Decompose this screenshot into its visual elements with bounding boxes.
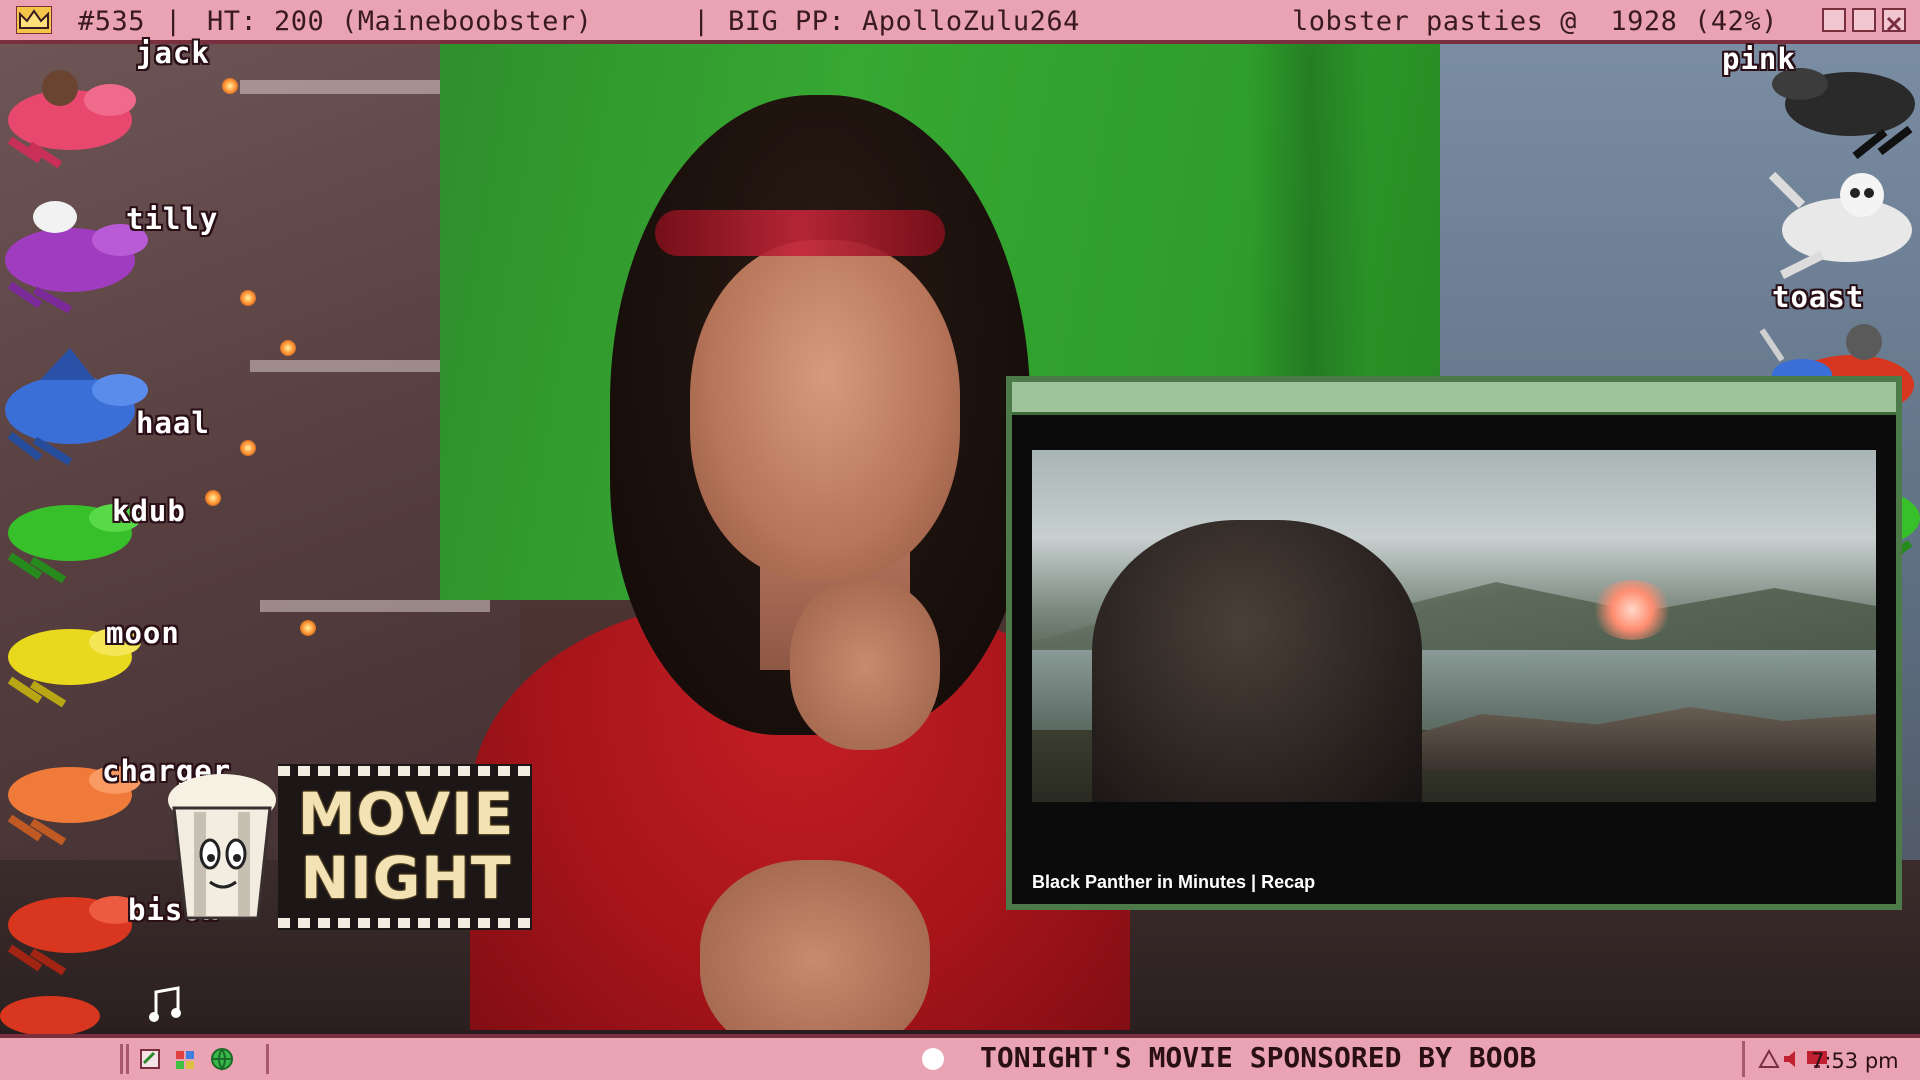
title-bar: #535 | HT: 200 (Maineboobster) | BIG PP:… [0, 0, 1920, 44]
video-glow [1592, 580, 1672, 640]
lobster-icon [7, 70, 136, 169]
notepad-icon[interactable] [138, 1047, 162, 1071]
task-bar: TONIGHT'S MOVIE SPONSORED BY BOOB 7:53 p… [0, 1034, 1920, 1080]
hand [790, 580, 940, 750]
participant-name: jack [136, 36, 210, 70]
string-light [222, 78, 238, 94]
close-button[interactable] [1882, 8, 1906, 32]
participant-name: kdub [112, 494, 186, 528]
person-face [690, 240, 960, 580]
participant-name: pink [1722, 42, 1796, 76]
divider [126, 1044, 129, 1074]
participant-name: moon [106, 616, 180, 650]
separator: | [165, 6, 182, 37]
lobster-icon [5, 348, 148, 466]
film-strip [278, 918, 532, 928]
participant-name: tilly [126, 202, 219, 236]
network-icon[interactable] [1757, 1047, 1781, 1071]
movie-night-badge: MOVIE NIGHT [278, 764, 532, 930]
record-indicator-icon [922, 1048, 944, 1070]
speaker-icon[interactable] [1781, 1047, 1805, 1071]
close-icon [1886, 16, 1902, 32]
sunglasses [655, 210, 945, 256]
video-frame[interactable] [1032, 450, 1876, 802]
participant-name: haal [136, 406, 210, 440]
hand [700, 860, 930, 1030]
big-pp: BIG PP: ApolloZulu264 [728, 6, 1080, 37]
video-figure [1092, 520, 1422, 802]
movie-badge-line1: MOVIE [297, 780, 515, 848]
clock: 7:53 pm [1811, 1049, 1899, 1073]
music-note-icon [149, 986, 181, 1022]
string-light [205, 490, 221, 506]
string-light [280, 340, 296, 356]
player-title-bar[interactable] [1012, 382, 1896, 415]
string-light [240, 440, 256, 456]
maximize-button[interactable] [1852, 8, 1876, 32]
grid-icon[interactable] [174, 1047, 198, 1071]
lobster-icon [0, 996, 100, 1034]
string-light [300, 620, 316, 636]
divider [120, 1044, 123, 1074]
tip-goal: lobster pasties @ 1928 (42%) [1292, 6, 1778, 37]
minimize-button[interactable] [1822, 8, 1846, 32]
participant-name: toast [1772, 280, 1865, 314]
divider [266, 1044, 269, 1074]
video-caption: Black Panther in Minutes | Recap [1032, 872, 1316, 892]
separator: | [693, 6, 710, 37]
skeleton-lobster-icon [1768, 171, 1912, 280]
video-player-window[interactable]: Black Panther in Minutes | Recap [1006, 376, 1902, 910]
ticker-message: TONIGHT'S MOVIE SPONSORED BY BOOB [980, 1041, 1537, 1074]
system-tray: 7:53 pm [1742, 1041, 1920, 1077]
shelf [240, 80, 470, 94]
popcorn-mascot-icon [168, 774, 276, 920]
shelf [260, 600, 490, 612]
crown-icon [16, 6, 52, 34]
string-light [240, 290, 256, 306]
high-tipper: HT: 200 (Maineboobster) [207, 6, 593, 37]
movie-badge-line2: NIGHT [300, 844, 512, 912]
film-strip [278, 766, 532, 776]
episode-number: #535 [78, 6, 146, 37]
globe-icon[interactable] [210, 1047, 234, 1071]
